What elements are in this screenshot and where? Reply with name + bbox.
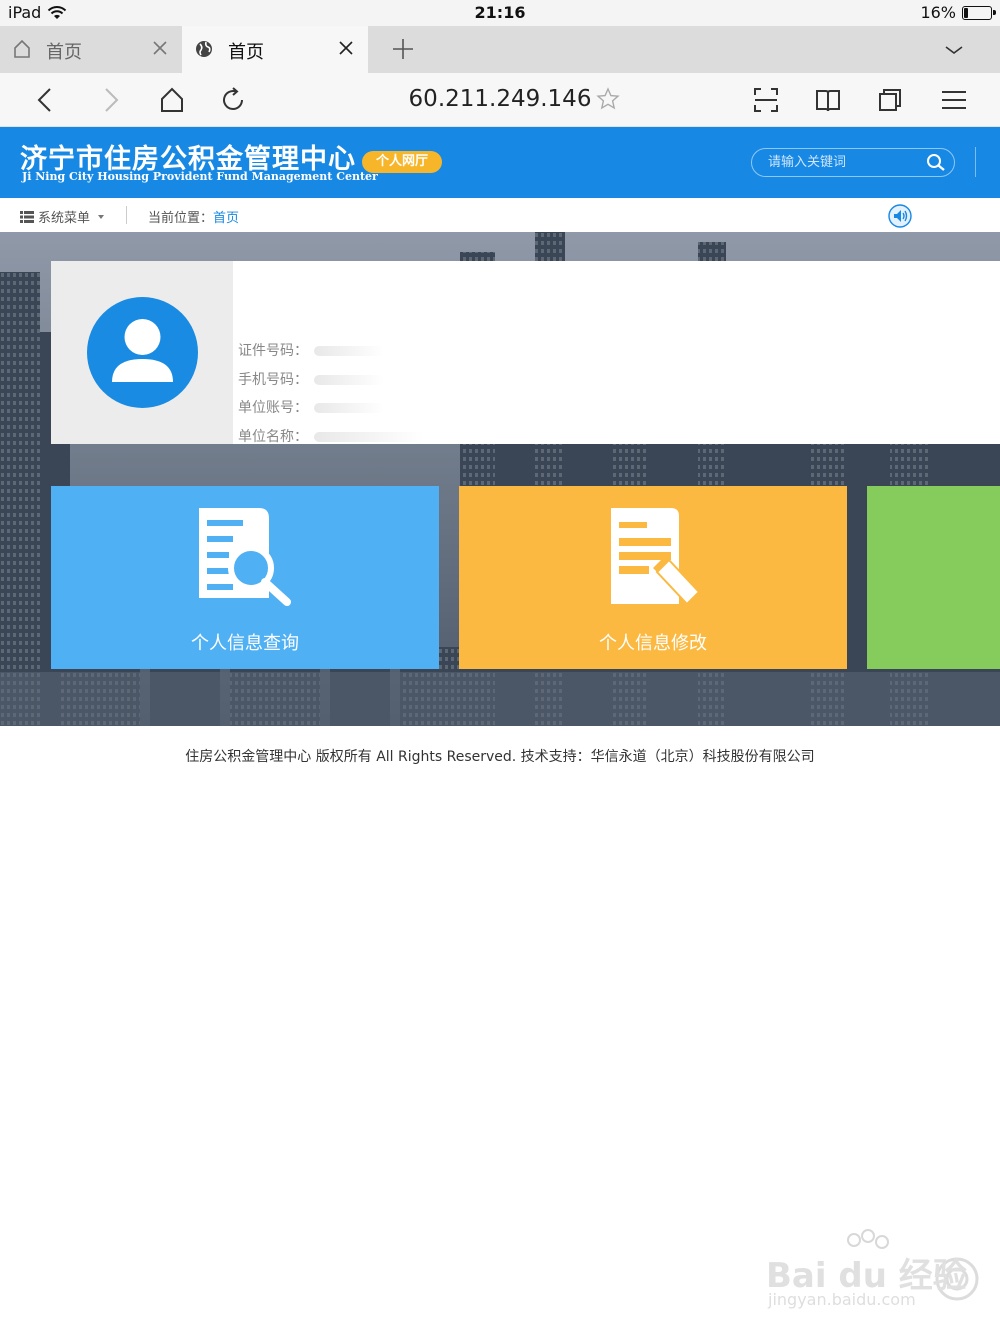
tile-label: 个人信息修改 xyxy=(599,633,707,654)
document-search-icon xyxy=(199,508,291,606)
battery-icon xyxy=(962,5,996,20)
ios-status-bar: iPad 21:16 16% xyxy=(0,0,1000,26)
close-icon[interactable] xyxy=(150,38,170,58)
scan-icon[interactable] xyxy=(752,86,780,114)
new-tab-plus-icon[interactable] xyxy=(390,36,416,62)
id-number-row: 证件号码： xyxy=(238,340,384,360)
redacted-value xyxy=(314,432,424,442)
tabs-overview-icon[interactable] xyxy=(876,86,904,114)
caret-down-icon xyxy=(98,214,105,219)
breadcrumb-bar: 系统菜单 当前位置：首页 xyxy=(0,198,1000,232)
user-profile-card: 证件号码： 手机号码： 单位账号： 单位名称： xyxy=(51,261,1000,446)
star-icon[interactable] xyxy=(596,87,620,111)
browser-tab-bar: 首页 首页 xyxy=(0,26,1000,73)
browser-toolbar: 60.211.249.146 xyxy=(0,73,1000,127)
book-icon[interactable] xyxy=(814,86,842,114)
site-logo-subtitle: Ji Ning City Housing Provident Fund Mana… xyxy=(22,170,378,183)
header-divider xyxy=(975,147,976,177)
id-number-label: 证件号码： xyxy=(238,343,308,359)
unit-name-label: 单位名称： xyxy=(238,429,308,445)
menu-icon[interactable] xyxy=(940,86,968,114)
battery-fill xyxy=(964,7,968,18)
page-footer: 住房公积金管理中心 版权所有 All Rights Reserved. 技术支持… xyxy=(185,749,815,765)
personal-hall-badge: 个人网厅 xyxy=(362,151,442,173)
watermark-url: jingyan.baidu.com xyxy=(768,1290,916,1309)
breadcrumb: 当前位置：首页 xyxy=(148,207,239,226)
phone-number-label: 手机号码： xyxy=(238,372,308,388)
crumb-divider xyxy=(126,206,127,224)
site-search xyxy=(751,148,955,177)
baidu-jingyan-watermark: Bai du 经验 jingyan.baidu.com xyxy=(766,1228,986,1318)
system-menu-label: 系统菜单 xyxy=(38,211,91,226)
status-right: 16% xyxy=(920,3,996,22)
battery-percent: 16% xyxy=(920,3,956,22)
address-bar-url[interactable]: 60.211.249.146 xyxy=(0,86,1000,112)
system-menu-button[interactable]: 系统菜单 xyxy=(20,207,108,226)
tab-home-active[interactable]: 首页 xyxy=(182,26,368,73)
home-icon xyxy=(14,39,30,58)
redacted-value xyxy=(314,375,384,385)
unit-account-row: 单位账号： xyxy=(238,397,384,417)
clock: 21:16 xyxy=(474,3,526,22)
search-icon[interactable] xyxy=(926,153,946,173)
phone-number-row: 手机号码： xyxy=(238,369,384,389)
tab-label: 首页 xyxy=(46,42,82,63)
personal-info-edit-tile[interactable]: 个人信息修改 xyxy=(459,486,847,669)
close-icon[interactable] xyxy=(336,38,356,58)
crumb-location-label: 当前位置： xyxy=(148,211,214,226)
user-avatar-icon[interactable] xyxy=(87,297,198,408)
redacted-value xyxy=(314,346,384,356)
crumb-current[interactable]: 首页 xyxy=(213,211,239,226)
personal-info-query-tile[interactable]: 个人信息查询 xyxy=(51,486,439,669)
speaker-icon[interactable] xyxy=(888,204,912,228)
redacted-value xyxy=(314,403,384,413)
tab-home-inactive[interactable]: 首页 xyxy=(0,26,182,73)
chevron-down-icon[interactable] xyxy=(944,40,964,60)
tab-label: 首页 xyxy=(228,42,264,63)
globe-icon xyxy=(196,41,212,57)
list-icon xyxy=(20,210,34,223)
unit-name-row: 单位名称： xyxy=(238,426,424,446)
avatar-panel xyxy=(51,261,233,444)
third-function-tile[interactable] xyxy=(867,486,1000,669)
site-header: 济宁市住房公积金管理中心 Ji Ning City Housing Provid… xyxy=(0,127,1000,198)
document-edit-icon xyxy=(611,508,701,606)
search-input[interactable] xyxy=(768,152,918,172)
tile-label: 个人信息查询 xyxy=(191,633,299,654)
unit-account-label: 单位账号： xyxy=(238,400,308,416)
